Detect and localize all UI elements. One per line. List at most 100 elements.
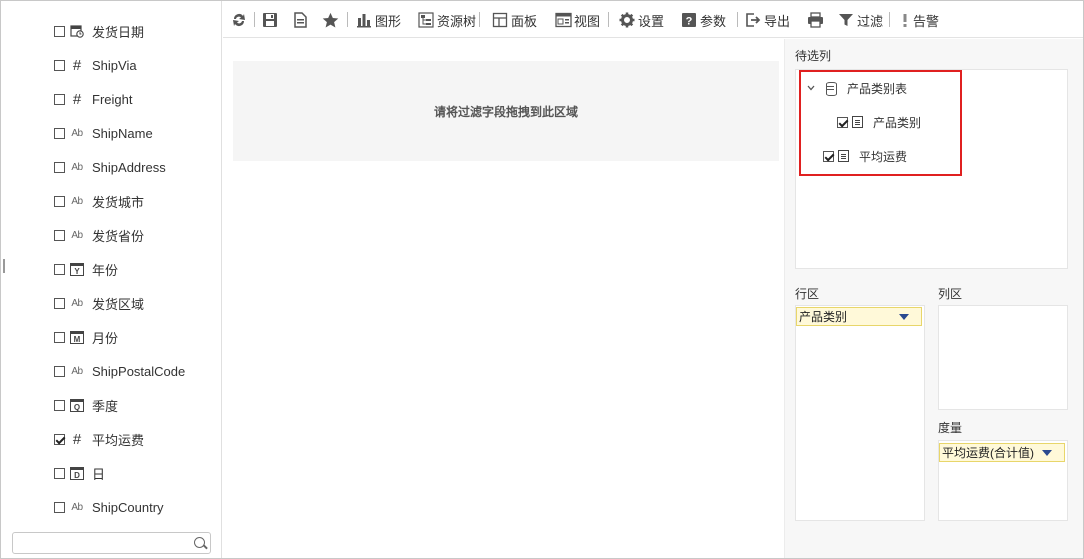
- field-row[interactable]: Q 季度: [54, 395, 118, 415]
- field-row[interactable]: M 月份: [54, 327, 118, 347]
- field-row[interactable]: # 平均运费: [54, 429, 144, 449]
- chart-button-label: 图形: [375, 13, 402, 29]
- field-row[interactable]: Ab ShipAddress: [54, 157, 166, 177]
- save-as-button[interactable]: [291, 10, 311, 30]
- field-checkbox[interactable]: [54, 331, 65, 343]
- field-checkbox[interactable]: [54, 501, 65, 513]
- toolbar-separator: [889, 12, 890, 27]
- panel-label: 面板: [511, 13, 538, 29]
- filter-button[interactable]: 过滤: [837, 10, 883, 30]
- candidate-columns-box: [795, 69, 1068, 269]
- measure-area-label: 度量: [938, 421, 963, 435]
- save-icon: [261, 11, 279, 29]
- field-row[interactable]: 发货日期: [54, 21, 144, 41]
- measure-field-chip[interactable]: 平均运费(合计值): [939, 443, 1065, 462]
- export-button[interactable]: 导出: [744, 10, 790, 30]
- alert-button[interactable]: 告警: [899, 10, 939, 30]
- row-field-chip[interactable]: 产品类别: [796, 307, 922, 326]
- filter-label: 过滤: [857, 13, 884, 29]
- field-checkbox[interactable]: [54, 365, 65, 377]
- text-field-icon: Ab: [71, 297, 83, 309]
- row-area-box[interactable]: [795, 305, 925, 521]
- tree-node-category[interactable]: 产品类别: [837, 113, 921, 131]
- print-button[interactable]: [806, 10, 826, 30]
- chart-button[interactable]: 图形: [355, 10, 401, 30]
- column-area-box[interactable]: [938, 305, 1068, 410]
- field-label: 季度: [92, 398, 119, 414]
- field-checkbox[interactable]: [54, 195, 65, 207]
- field-label: ShipName: [92, 125, 153, 141]
- field-row[interactable]: Y 年份: [54, 259, 118, 279]
- view-label: 视图: [574, 13, 601, 29]
- printer-icon: [806, 11, 824, 29]
- field-checkbox[interactable]: [54, 161, 65, 173]
- toolbar-separator: [608, 12, 609, 27]
- field-row[interactable]: Ab 发货城市: [54, 191, 144, 211]
- measure-field-chip-label: 平均运费(合计值): [942, 446, 1034, 460]
- field-row[interactable]: Ab ShipCountry: [54, 497, 164, 517]
- row-field-chip-label: 产品类别: [799, 310, 848, 324]
- field-search[interactable]: [12, 532, 211, 554]
- tree-checkbox-category[interactable]: [837, 116, 848, 128]
- field-checkbox[interactable]: [54, 93, 65, 105]
- tree-node-avg-freight[interactable]: 平均运费: [823, 147, 907, 165]
- field-label: ShipCountry: [92, 499, 164, 515]
- field-label: 发货城市: [92, 194, 145, 210]
- row-area-label: 行区: [795, 287, 820, 301]
- field-row[interactable]: Ab ShipPostalCode: [54, 361, 185, 381]
- toolbar-separator: [254, 12, 255, 27]
- candidate-columns-label: 待选列: [795, 49, 832, 63]
- field-label: 日: [92, 466, 106, 482]
- save-button[interactable]: [261, 10, 281, 30]
- field-label: Freight: [92, 91, 133, 107]
- field-row[interactable]: # ShipVia: [54, 55, 137, 75]
- view-button[interactable]: 视图: [554, 10, 600, 30]
- number-field-icon: #: [72, 90, 82, 108]
- number-field-icon: #: [72, 430, 82, 448]
- month-field-icon: M: [70, 330, 84, 344]
- field-checkbox[interactable]: [54, 59, 65, 71]
- dropdown-arrow-icon[interactable]: [899, 314, 909, 320]
- resource-tree-button[interactable]: 资源树: [417, 10, 476, 30]
- chevron-down-icon[interactable]: [806, 85, 816, 91]
- field-row[interactable]: D日: [54, 463, 105, 483]
- resize-handle[interactable]: [3, 259, 5, 273]
- field-search-input[interactable]: [17, 535, 187, 551]
- field-row[interactable]: Ab 发货省份: [54, 225, 144, 245]
- drop-hint: 请将过滤字段拖拽到此区域: [433, 104, 578, 119]
- field-row[interactable]: # Freight: [54, 89, 132, 109]
- field-checkbox[interactable]: [54, 399, 65, 411]
- field-row[interactable]: Ab 发货区域: [54, 293, 144, 313]
- export-icon: [744, 11, 762, 29]
- field-label: 平均运费: [92, 432, 145, 448]
- field-checkbox[interactable]: [54, 433, 65, 445]
- field-checkbox[interactable]: [54, 127, 65, 139]
- field-checkbox[interactable]: [54, 297, 65, 309]
- favorite-button[interactable]: [321, 10, 341, 30]
- text-field-icon: Ab: [71, 501, 83, 513]
- tree-node-table-label: 产品类别表: [847, 81, 908, 96]
- field-checkbox[interactable]: [54, 467, 65, 479]
- question-icon: ?: [680, 11, 698, 29]
- filter-drop-zone[interactable]: 请将过滤字段拖拽到此区域: [233, 61, 779, 161]
- field-label: ShipVia: [92, 57, 137, 73]
- tree-checkbox-avg-freight[interactable]: [823, 150, 834, 162]
- text-field-icon: Ab: [71, 161, 83, 173]
- settings-button[interactable]: 设置: [618, 10, 664, 30]
- toolbar-separator: [737, 12, 738, 27]
- alert-icon: [899, 11, 911, 29]
- measure-icon: [838, 150, 849, 162]
- field-checkbox[interactable]: [54, 229, 65, 241]
- field-label: ShipAddress: [92, 159, 166, 175]
- params-button[interactable]: ? 参数: [680, 10, 726, 30]
- field-row[interactable]: Ab ShipName: [54, 123, 153, 143]
- field-label: 发货区域: [92, 296, 145, 312]
- dropdown-arrow-icon[interactable]: [1042, 450, 1052, 456]
- refresh-button[interactable]: [230, 10, 250, 30]
- tree-node-table[interactable]: 产品类别表: [806, 79, 907, 97]
- tree-node-avg-freight-label: 平均运费: [859, 149, 908, 164]
- field-checkbox[interactable]: [54, 25, 65, 37]
- panel-button[interactable]: 面板: [491, 10, 537, 30]
- field-checkbox[interactable]: [54, 263, 65, 275]
- search-icon[interactable]: [194, 537, 205, 548]
